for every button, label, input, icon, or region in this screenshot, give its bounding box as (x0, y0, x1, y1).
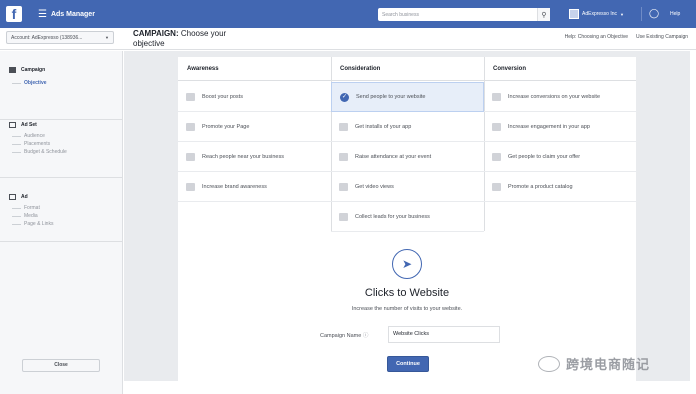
sidebar-item-objective[interactable]: Objective (12, 79, 123, 87)
sidebar: Campaign Objective Ad Set Audience Place… (0, 51, 123, 394)
filter-icon (339, 212, 348, 221)
campaign-name-label-text: Campaign Name (320, 333, 362, 339)
objective-label: Increase brand awareness (202, 183, 267, 190)
objective-label: Reach people near your business (202, 153, 284, 160)
checkmark-icon: ✓ (340, 92, 349, 102)
search-bar[interactable]: Search business ⚲ (378, 8, 550, 21)
video-camera-icon (339, 182, 348, 191)
facebook-logo[interactable]: f (6, 6, 22, 22)
campaign-label: CAMPAIGN: (133, 29, 179, 38)
sidebar-ad-section: Ad Format Media Page & Links (0, 178, 123, 242)
info-icon: ⓘ (362, 333, 369, 339)
objective-label: Boost your posts (202, 93, 243, 100)
search-input[interactable]: Search business (382, 12, 537, 18)
sidebar-item-label: Ad (21, 194, 28, 200)
objective-boost-posts[interactable]: Boost your posts (178, 82, 331, 112)
continue-button[interactable]: Continue (387, 356, 429, 372)
sidebar-item-adset[interactable]: Ad Set (9, 122, 123, 128)
search-icon[interactable]: ⚲ (537, 8, 550, 21)
close-button[interactable]: Close (22, 359, 100, 372)
watermark: 跨境电商随记 (538, 354, 650, 373)
watermark-text: 跨境电商随记 (566, 357, 651, 372)
calendar-icon (339, 152, 348, 161)
objective-website-traffic[interactable]: ✓ Send people to your website (331, 82, 484, 112)
account-select[interactable]: Account: AdExpresso (138936... ▼ (6, 31, 114, 44)
column-header-awareness: Awareness (178, 57, 331, 81)
ticket-icon (492, 152, 501, 161)
objective-promote-page[interactable]: Promote your Page (178, 112, 331, 142)
thumbs-up-icon (186, 122, 195, 131)
selected-objective-title: Clicks to Website (364, 287, 450, 299)
objective-label: Collect leads for your business (355, 213, 430, 220)
campaign-name-input[interactable]: Website Clicks (388, 326, 500, 343)
column-header-consideration: Consideration (331, 57, 484, 81)
sidebar-item-label: Ad Set (21, 122, 37, 128)
app-icon (339, 122, 348, 131)
sidebar-adset-section: Ad Set Audience Placements Budget & Sche… (0, 120, 123, 178)
objective-label: Increase engagement in your app (508, 123, 590, 130)
objective-conversions[interactable]: Increase conversions on your website (484, 82, 636, 112)
header-links: Help: Choosing an Objective Use Existing… (565, 34, 688, 40)
avatar (569, 9, 579, 19)
campaign-name-label: Campaign Name ⓘ (320, 331, 368, 339)
sidebar-item-label: Campaign (21, 67, 46, 73)
sidebar-campaign-section: Campaign Objective (0, 51, 123, 120)
objective-event-responses[interactable]: Raise attendance at your event (331, 142, 484, 172)
objective-label: Promote a product catalog (508, 183, 573, 190)
objective-app-installs[interactable]: Get installs of your app (331, 112, 484, 142)
sidebar-item-audience[interactable]: Audience (12, 132, 123, 140)
objective-product-catalog[interactable]: Promote a product catalog (484, 172, 636, 202)
cart-icon (492, 182, 501, 191)
objective-brand-awareness[interactable]: Increase brand awareness (178, 172, 331, 202)
page-title: CAMPAIGN: Choose your objective (133, 29, 243, 49)
objective-lead-generation[interactable]: Collect leads for your business (331, 202, 484, 232)
sidebar-item-budget-schedule[interactable]: Budget & Schedule (12, 148, 123, 156)
megaphone-icon (186, 182, 195, 191)
tag-icon (492, 122, 501, 131)
objective-reach-near[interactable]: Reach people near your business (178, 142, 331, 172)
objective-label: Get people to claim your offer (508, 153, 581, 160)
menu-icon[interactable]: ☰ (38, 9, 47, 20)
account-select-label: Account: AdExpresso (138936... (11, 34, 83, 41)
objective-label: Increase conversions on your website (508, 93, 601, 100)
objective-label: Send people to your website (356, 94, 426, 100)
help-link[interactable]: Help (670, 11, 680, 17)
objective-label: Raise attendance at your event (355, 153, 432, 160)
objective-label: Get video views (355, 183, 394, 190)
objective-video-views[interactable]: Get video views (331, 172, 484, 202)
ad-icon (9, 194, 16, 200)
sidebar-item-format[interactable]: Format (12, 204, 123, 212)
selected-objective-description: Increase the number of visits to your we… (351, 306, 463, 312)
cursor-icon: ➤ (392, 249, 422, 279)
sidebar-item-media[interactable]: Media (12, 212, 123, 220)
location-pin-icon (186, 152, 195, 161)
column-header-conversion: Conversion (484, 57, 636, 81)
account-name: AdExpresso Inc (582, 11, 618, 17)
chevron-down-icon: ▼ (620, 11, 624, 17)
globe-icon (492, 92, 501, 101)
sidebar-item-page-links[interactable]: Page & Links (12, 220, 123, 228)
sidebar-item-placements[interactable]: Placements (12, 140, 123, 148)
objective-app-engagement[interactable]: Increase engagement in your app (484, 112, 636, 142)
divider (641, 7, 642, 21)
account-switcher[interactable]: AdExpresso Inc ▼ (569, 9, 624, 19)
grid-icon (9, 122, 16, 128)
app-title[interactable]: Ads Manager (51, 11, 95, 18)
chevron-down-icon: ▼ (105, 35, 109, 40)
boost-icon (186, 92, 195, 101)
sidebar-item-campaign[interactable]: Campaign (9, 67, 123, 73)
objective-offer-claims[interactable]: Get people to claim your offer (484, 142, 636, 172)
help-choosing-objective-link[interactable]: Help: Choosing an Objective (565, 34, 628, 40)
objective-label: Get installs of your app (355, 123, 412, 130)
wechat-icon (538, 355, 560, 372)
use-existing-campaign-link[interactable]: Use Existing Campaign (636, 34, 688, 40)
folder-icon (9, 67, 16, 73)
sidebar-item-ad[interactable]: Ad (9, 194, 123, 200)
globe-icon[interactable]: ◯ (649, 8, 659, 19)
objective-label: Promote your Page (202, 123, 250, 130)
